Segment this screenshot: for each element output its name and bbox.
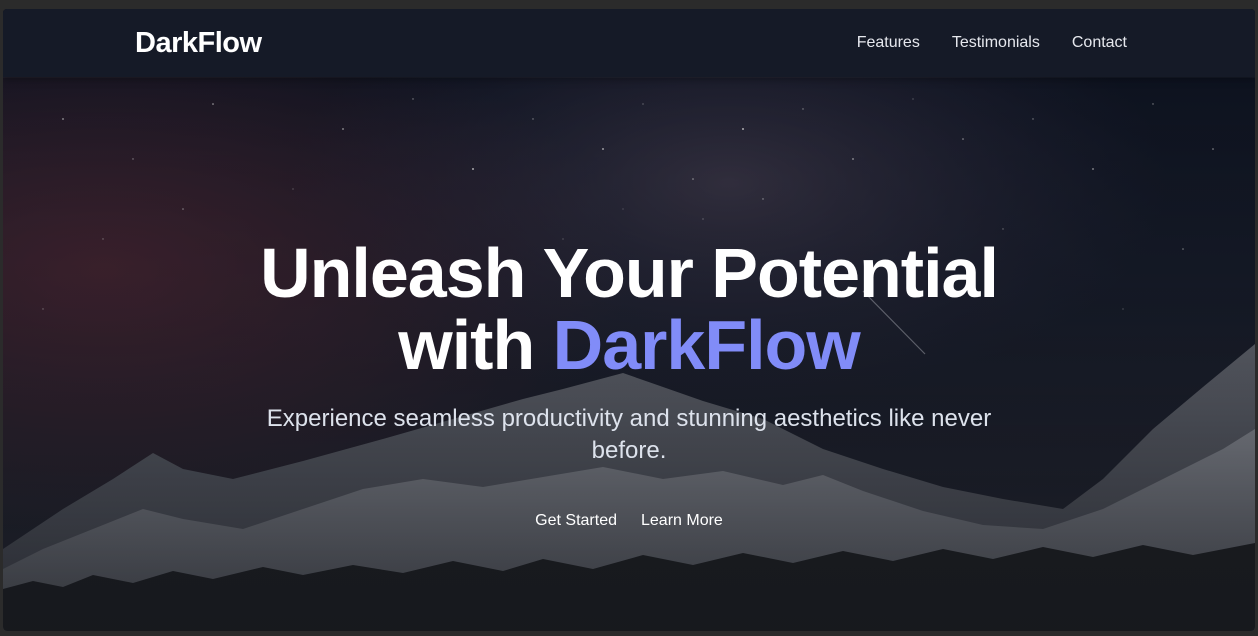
headline-line1: Unleash Your Potential: [260, 234, 999, 312]
hero-headline: Unleash Your Potential with DarkFlow: [3, 237, 1255, 381]
nav-link-features[interactable]: Features: [857, 33, 920, 53]
browser-viewport: DarkFlow Features Testimonials Contact U…: [3, 9, 1255, 631]
hero-subtitle: Experience seamless productivity and stu…: [266, 405, 992, 464]
hero-content: Unleash Your Potential with DarkFlow Exp…: [3, 237, 1255, 531]
brand-logo[interactable]: DarkFlow: [135, 25, 262, 61]
headline-prefix: with: [398, 306, 535, 384]
nav-link-contact[interactable]: Contact: [1072, 33, 1127, 53]
get-started-button[interactable]: Get Started: [535, 511, 617, 531]
nav-links: Features Testimonials Contact: [857, 33, 1127, 53]
top-navbar: DarkFlow Features Testimonials Contact: [3, 9, 1255, 77]
headline-accent: DarkFlow: [552, 306, 861, 384]
nav-link-testimonials[interactable]: Testimonials: [952, 33, 1040, 53]
cta-row: Get Started Learn More: [3, 511, 1255, 531]
learn-more-button[interactable]: Learn More: [641, 511, 723, 531]
